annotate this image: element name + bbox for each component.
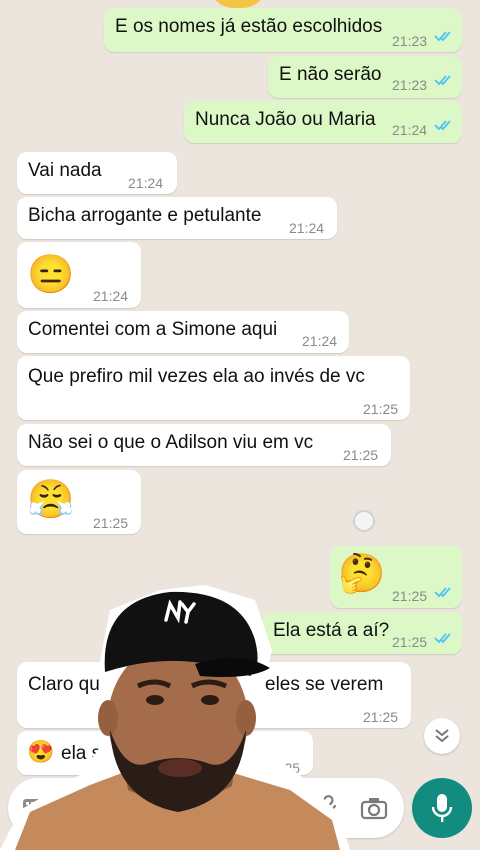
message-outgoing[interactable]: Ela está a aí? 21:25 — [262, 612, 462, 654]
message-incoming[interactable]: Claro qu eles se verem 21:25 — [17, 662, 411, 728]
message-text-end: eles se verem — [265, 674, 384, 695]
camera-icon[interactable] — [360, 796, 388, 820]
message-time: 21:25 — [343, 447, 379, 463]
message-time: 21:25 — [392, 588, 428, 604]
message-time: 21:24 — [302, 333, 338, 349]
message-outgoing-emoji[interactable]: 🤔 21:25 — [330, 546, 462, 608]
message-time: 21:25 — [392, 634, 428, 650]
thinking-face-emoji-icon: 🤔 — [338, 553, 386, 595]
message-input-bar[interactable] — [8, 778, 404, 838]
message-time: 21:23 — [392, 77, 428, 93]
read-ticks-icon — [434, 120, 451, 131]
message-incoming[interactable]: Não sei o que o Adilson viu em vc 21:25 — [17, 424, 391, 466]
message-incoming[interactable]: Vai nada 21:24 — [17, 152, 177, 194]
read-ticks-icon — [434, 31, 451, 42]
message-time: 21:24 — [392, 122, 428, 138]
message-incoming[interactable]: Bicha arrogante e petulante 21:24 — [17, 197, 337, 239]
microphone-icon — [431, 794, 453, 822]
message-time: 21:24 — [93, 288, 129, 304]
paperclip-icon[interactable] — [314, 794, 340, 822]
message-time: 21:25 — [363, 709, 399, 725]
loading-indicator — [353, 510, 375, 532]
message-text: Comentei com a Simone aqui — [28, 319, 278, 340]
heart-eyes-emoji-icon: 😍 — [27, 739, 55, 764]
chat-area: E os nomes já estão escolhidos 21:23 E n… — [0, 0, 480, 850]
message-text: Nunca João ou Maria — [195, 109, 376, 130]
read-ticks-icon — [434, 587, 451, 598]
message-outgoing[interactable]: E não serão 21:23 — [268, 56, 462, 98]
message-outgoing[interactable]: Nunca João ou Maria 21:24 — [184, 101, 462, 143]
message-incoming-emoji[interactable]: 😑 21:24 — [17, 242, 141, 308]
message-text: Que prefiro mil vezes ela ao invés de vc — [28, 366, 365, 387]
message-text: Vai nada — [28, 160, 102, 181]
message-time: 21:24 — [128, 175, 164, 191]
message-time: 21:25 — [363, 401, 399, 417]
message-text: E os nomes já estão escolhidos — [115, 16, 383, 37]
voice-message-button[interactable] — [412, 778, 472, 838]
message-incoming[interactable]: Comentei com a Simone aqui 21:24 — [17, 311, 349, 353]
read-ticks-icon — [434, 633, 451, 644]
message-time: 21:23 — [392, 33, 428, 49]
message-text: Não sei o que o Adilson viu em vc — [28, 432, 314, 453]
message-time: 21:24 — [289, 220, 325, 236]
partial-emoji-top — [208, 0, 268, 8]
message-incoming-emoji[interactable]: 😤 21:25 — [17, 470, 141, 534]
message-time: 21:25 — [265, 760, 301, 776]
message-text: Bicha arrogante e petulante — [28, 205, 262, 226]
message-outgoing[interactable]: E os nomes já estão escolhidos 21:23 — [104, 8, 462, 52]
double-chevron-down-icon — [435, 729, 449, 743]
message-text: E não serão — [279, 64, 382, 85]
message-text: Ela está a aí? — [273, 620, 390, 641]
message-time: 21:25 — [93, 515, 129, 531]
steam-face-emoji-icon: 😤 — [27, 479, 75, 521]
keyboard-icon[interactable] — [22, 796, 50, 820]
message-incoming[interactable]: Que prefiro mil vezes ela ao invés de vc… — [17, 356, 410, 420]
read-ticks-icon — [434, 75, 451, 86]
message-incoming[interactable]: 😍 ela se 21:25 — [17, 731, 313, 776]
message-text: ela se — [61, 743, 112, 764]
expressionless-emoji-icon: 😑 — [27, 254, 75, 296]
message-text-start: Claro qu — [28, 674, 100, 695]
scroll-to-bottom-button[interactable] — [424, 718, 460, 754]
